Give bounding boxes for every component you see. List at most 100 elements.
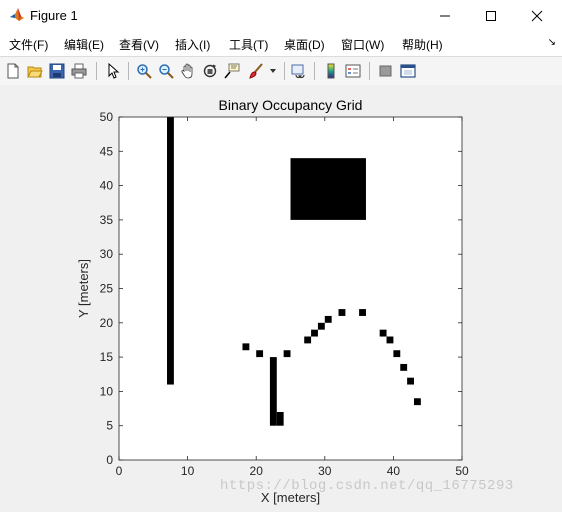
y-tick-label: 5 bbox=[106, 419, 113, 433]
occupied-cell bbox=[304, 336, 312, 344]
chart-title: Binary Occupancy Grid bbox=[219, 97, 363, 113]
occupied-cell bbox=[283, 350, 291, 358]
occupied-cell bbox=[386, 336, 394, 344]
zoom-in-button[interactable] bbox=[134, 61, 154, 81]
insert-colorbar-button[interactable] bbox=[321, 61, 341, 81]
insert-colorbar-icon bbox=[327, 63, 335, 79]
show-plot-tools-button[interactable] bbox=[398, 61, 418, 81]
print-button[interactable] bbox=[69, 61, 89, 81]
occupied-cell bbox=[393, 350, 401, 358]
window-titlebar: Figure 1 bbox=[0, 0, 562, 32]
occupied-cell bbox=[242, 343, 250, 351]
x-tick-label: 10 bbox=[181, 464, 195, 478]
zoom-out-icon bbox=[159, 64, 174, 79]
occupied-cell bbox=[324, 315, 332, 323]
y-tick-label: 30 bbox=[100, 247, 114, 261]
menu-tools[interactable]: 工具(T) bbox=[229, 36, 268, 53]
save-icon bbox=[49, 63, 65, 79]
figure-canvas[interactable]: Binary Occupancy Grid 0 10 20 30 40 50 0 5 10 15… bbox=[0, 85, 562, 507]
toolbar-separator bbox=[314, 62, 315, 80]
y-tick-label: 35 bbox=[100, 213, 114, 227]
window-title: Figure 1 bbox=[30, 8, 78, 23]
chevron-down-icon bbox=[270, 69, 276, 73]
brush-button[interactable] bbox=[246, 61, 266, 81]
toolbar-separator bbox=[369, 62, 370, 80]
hide-plot-tools-button[interactable] bbox=[376, 61, 396, 81]
link-plot-icon bbox=[291, 64, 305, 79]
new-figure-icon bbox=[7, 63, 19, 79]
insert-legend-icon bbox=[345, 64, 361, 78]
y-tick-label: 20 bbox=[100, 316, 114, 330]
figure-toolbar bbox=[0, 56, 562, 86]
zoom-out-button[interactable] bbox=[156, 61, 176, 81]
occupied-cell bbox=[400, 363, 408, 371]
brush-dropdown-button[interactable] bbox=[266, 61, 280, 81]
toolbar-separator bbox=[128, 62, 129, 80]
x-tick-label: 30 bbox=[318, 464, 332, 478]
pan-button[interactable] bbox=[178, 61, 198, 81]
link-plot-button[interactable] bbox=[289, 61, 309, 81]
occupied-post-foot bbox=[276, 411, 284, 426]
maximize-button[interactable] bbox=[468, 0, 514, 31]
print-icon bbox=[71, 63, 87, 79]
y-tick-label: 25 bbox=[100, 282, 114, 296]
occupied-cell bbox=[407, 377, 414, 385]
insert-legend-button[interactable] bbox=[343, 61, 363, 81]
menu-insert[interactable]: 插入(I) bbox=[175, 36, 210, 53]
x-tick-label: 20 bbox=[250, 464, 264, 478]
menu-edit[interactable]: 编辑(E) bbox=[64, 36, 104, 53]
show-plot-tools-icon bbox=[400, 64, 416, 78]
hide-plot-tools-icon bbox=[379, 65, 392, 77]
menu-desktop[interactable]: 桌面(D) bbox=[284, 36, 325, 53]
x-tick-label: 50 bbox=[455, 464, 469, 478]
occupancy-grid-plot[interactable]: Binary Occupancy Grid 0 10 20 30 40 50 0 5 10 15… bbox=[0, 85, 562, 507]
occupied-cell bbox=[317, 322, 325, 330]
y-tick-label: 45 bbox=[100, 144, 114, 158]
toolbar-separator bbox=[284, 62, 285, 80]
occupied-cell bbox=[379, 329, 387, 337]
pointer-button[interactable] bbox=[103, 61, 123, 81]
y-tick-label: 40 bbox=[100, 179, 114, 193]
open-file-button[interactable] bbox=[25, 61, 45, 81]
occupied-cell bbox=[338, 309, 346, 316]
menu-window[interactable]: 窗口(W) bbox=[341, 36, 384, 53]
brush-icon bbox=[249, 63, 263, 79]
menu-view[interactable]: 查看(V) bbox=[119, 36, 159, 53]
new-figure-button[interactable] bbox=[3, 61, 23, 81]
watermark-text: https://blog.csdn.net/qq_16775293 bbox=[220, 478, 514, 494]
minimize-icon bbox=[440, 15, 450, 16]
occupied-cell bbox=[359, 309, 366, 316]
data-cursor-button[interactable] bbox=[222, 61, 242, 81]
rotate-3d-icon bbox=[203, 64, 217, 78]
y-axis-label: Y [meters] bbox=[76, 259, 91, 318]
open-file-icon bbox=[27, 66, 43, 78]
y-tick-label: 10 bbox=[100, 384, 114, 398]
menu-bar: 文件(F) 编辑(E) 查看(V) 插入(I) 工具(T) 桌面(D) 窗口(W… bbox=[0, 31, 562, 56]
y-tick-label: 0 bbox=[106, 453, 113, 467]
menu-overflow-icon[interactable]: ↘ bbox=[548, 37, 556, 48]
maximize-icon bbox=[486, 10, 496, 21]
close-icon bbox=[531, 10, 543, 21]
zoom-in-icon bbox=[137, 64, 152, 79]
y-tick-label: 50 bbox=[100, 110, 114, 124]
minimize-button[interactable] bbox=[422, 0, 468, 31]
occupied-post bbox=[269, 357, 277, 426]
rotate-3d-button[interactable] bbox=[200, 61, 220, 81]
data-cursor-icon bbox=[224, 63, 240, 79]
occupied-wall bbox=[167, 117, 174, 385]
pan-icon bbox=[181, 63, 193, 79]
occupied-cell bbox=[256, 350, 264, 358]
y-tick-label: 15 bbox=[100, 350, 114, 364]
menu-file[interactable]: 文件(F) bbox=[9, 36, 48, 53]
pointer-icon bbox=[108, 63, 120, 79]
save-button[interactable] bbox=[47, 61, 67, 81]
toolbar-separator bbox=[96, 62, 97, 80]
occupied-cell bbox=[311, 329, 318, 337]
x-tick-label: 0 bbox=[116, 464, 123, 478]
x-tick-label: 40 bbox=[387, 464, 401, 478]
occupied-cell bbox=[413, 398, 421, 406]
occupied-block bbox=[290, 158, 366, 220]
matlab-logo-icon bbox=[10, 8, 24, 21]
close-button[interactable] bbox=[514, 0, 560, 31]
menu-help[interactable]: 帮助(H) bbox=[402, 36, 443, 53]
